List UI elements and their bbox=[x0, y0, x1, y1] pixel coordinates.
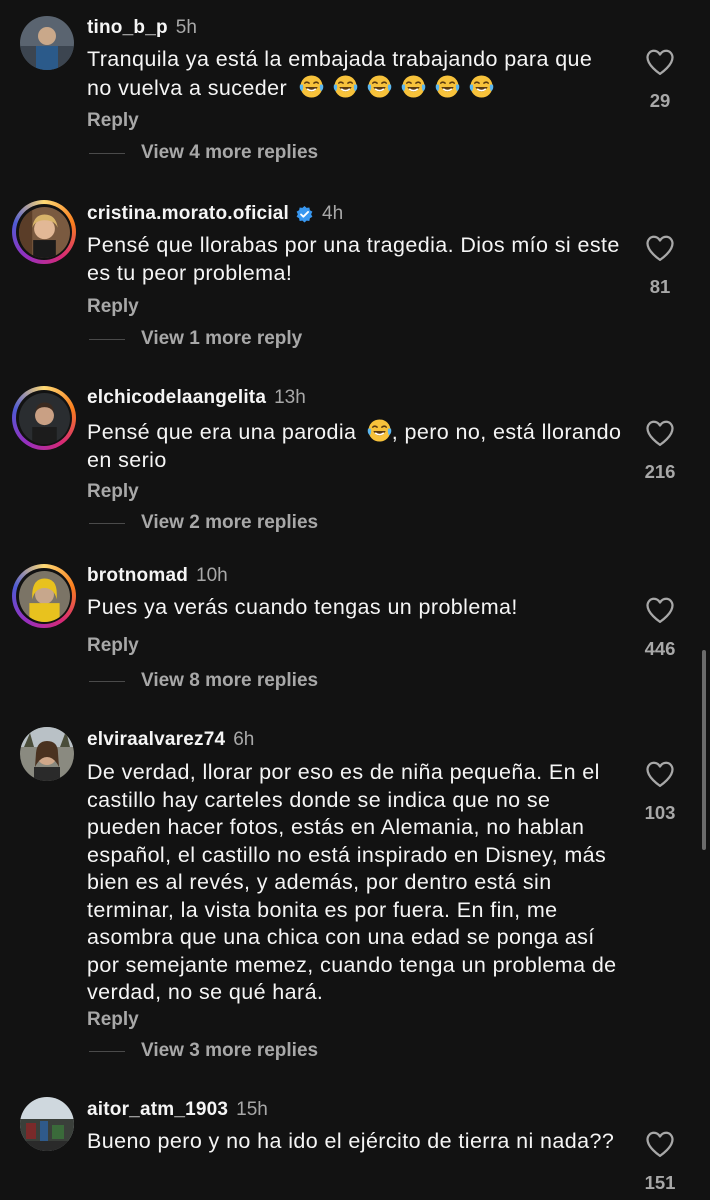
laughing-crying-emoji-icon bbox=[299, 74, 324, 99]
like-count: 151 bbox=[644, 1172, 676, 1193]
laughing-crying-emoji-icon bbox=[401, 74, 426, 99]
timestamp: 5h bbox=[175, 17, 197, 38]
heart-icon[interactable] bbox=[645, 596, 675, 624]
view-more-replies[interactable]: View 2 more replies bbox=[89, 512, 318, 534]
heart-icon[interactable] bbox=[645, 1130, 675, 1158]
like-count: 103 bbox=[644, 802, 676, 823]
heart-icon[interactable] bbox=[645, 760, 675, 788]
comment-text: Pensé que era una parodia , pero no, est… bbox=[87, 418, 622, 474]
laughing-crying-emoji-icon bbox=[333, 74, 358, 99]
laughing-crying-emoji-icon bbox=[367, 418, 392, 443]
heart-icon[interactable] bbox=[645, 234, 675, 262]
timestamp: 6h bbox=[233, 729, 255, 750]
comment-text: Pues ya verás cuando tengas un problema! bbox=[87, 595, 518, 619]
like-control: 216 bbox=[630, 419, 690, 483]
comment-text: Bueno pero y no ha ido el ejército de ti… bbox=[87, 1129, 615, 1153]
comment-header: tino_b_p 5h bbox=[87, 17, 197, 39]
divider-line bbox=[89, 522, 125, 524]
view-more-replies-label: View 4 more replies bbox=[141, 142, 319, 163]
heart-icon[interactable] bbox=[645, 419, 675, 447]
username[interactable]: elchicodelaangelita bbox=[87, 387, 266, 409]
like-control: 29 bbox=[630, 48, 690, 112]
like-count: 446 bbox=[644, 638, 676, 659]
reply-button[interactable]: Reply bbox=[87, 481, 139, 503]
username[interactable]: aitor_atm_1903 bbox=[87, 1099, 228, 1121]
avatar[interactable] bbox=[20, 1097, 74, 1151]
heart-icon[interactable] bbox=[645, 48, 675, 76]
like-control: 446 bbox=[630, 596, 690, 660]
comment-text: Pensé que llorabas por una tragedia. Dio… bbox=[87, 233, 620, 285]
emoji-group bbox=[299, 76, 503, 100]
view-more-replies-label: View 8 more replies bbox=[141, 670, 319, 691]
view-more-replies[interactable]: View 3 more replies bbox=[89, 1040, 318, 1062]
username[interactable]: elviraalvarez74 bbox=[87, 729, 225, 751]
reply-button[interactable]: Reply bbox=[87, 110, 139, 132]
like-control: 81 bbox=[630, 234, 690, 298]
reply-button[interactable]: Reply bbox=[87, 1009, 139, 1031]
comment-header: aitor_atm_1903 15h bbox=[87, 1099, 268, 1121]
verified-badge-icon bbox=[296, 205, 313, 222]
comment-text: Tranquila ya está la embajada trabajando… bbox=[87, 46, 622, 102]
like-control: 151 bbox=[630, 1130, 690, 1194]
laughing-crying-emoji-icon bbox=[469, 74, 494, 99]
view-more-replies-label: View 3 more replies bbox=[141, 1040, 319, 1061]
view-more-replies[interactable]: View 4 more replies bbox=[89, 142, 318, 164]
view-more-replies-label: View 2 more replies bbox=[141, 512, 319, 533]
divider-line bbox=[89, 1050, 125, 1052]
comment-header: cristina.morato.oficial 4h bbox=[87, 203, 343, 225]
divider-line bbox=[89, 152, 125, 154]
timestamp: 4h bbox=[322, 203, 344, 224]
timestamp: 10h bbox=[196, 565, 228, 586]
username[interactable]: tino_b_p bbox=[87, 17, 168, 39]
reply-button[interactable]: Reply bbox=[87, 296, 139, 318]
like-count: 29 bbox=[649, 90, 671, 111]
comment-text: De verdad, llorar por eso es de niña peq… bbox=[87, 760, 617, 1004]
comment-header: elchicodelaangelita 13h bbox=[87, 387, 306, 409]
view-more-replies[interactable]: View 1 more reply bbox=[89, 328, 302, 350]
timestamp: 13h bbox=[274, 387, 306, 408]
divider-line bbox=[89, 680, 125, 682]
avatar[interactable] bbox=[12, 386, 76, 450]
username[interactable]: brotnomad bbox=[87, 565, 188, 587]
timestamp: 15h bbox=[236, 1099, 268, 1120]
laughing-crying-emoji-icon bbox=[435, 74, 460, 99]
divider-line bbox=[89, 338, 125, 340]
avatar[interactable] bbox=[20, 16, 74, 70]
username[interactable]: cristina.morato.oficial bbox=[87, 203, 289, 225]
view-more-replies-label: View 1 more reply bbox=[141, 328, 303, 349]
laughing-crying-emoji-icon bbox=[367, 74, 392, 99]
comment-header: elviraalvarez74 6h bbox=[87, 729, 254, 751]
avatar[interactable] bbox=[12, 564, 76, 628]
scrollbar[interactable] bbox=[702, 650, 706, 850]
reply-button[interactable]: Reply bbox=[87, 635, 139, 657]
comment-body: Pensé que era una parodia bbox=[87, 420, 357, 444]
like-count: 216 bbox=[644, 461, 676, 482]
like-count: 81 bbox=[649, 276, 671, 297]
view-more-replies[interactable]: View 8 more replies bbox=[89, 670, 318, 692]
comment-header: brotnomad 10h bbox=[87, 565, 228, 587]
like-control: 103 bbox=[630, 760, 690, 824]
avatar[interactable] bbox=[12, 200, 76, 264]
avatar[interactable] bbox=[20, 727, 74, 781]
